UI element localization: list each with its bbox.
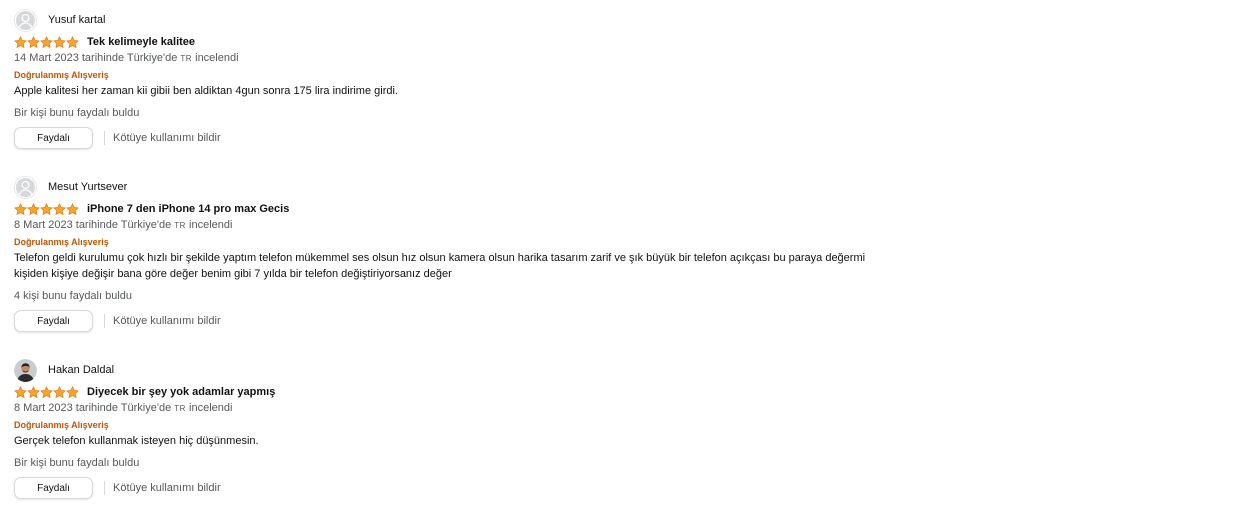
reviews-list: Yusuf kartal Tek kelimeyle kalitee 14 Ma… (0, 0, 1246, 514)
star-icon (14, 203, 27, 215)
review-actions: Faydalı Kötüye kullanımı bildir (14, 476, 1214, 500)
helpful-count: Bir kişi bunu faydalı buldu (14, 457, 140, 469)
star-rating[interactable] (14, 386, 79, 399)
review-date-suffix: incelendi (189, 219, 233, 231)
star-icon (27, 203, 40, 215)
review-date-suffix: incelendi (195, 52, 239, 64)
star-icon (53, 386, 66, 398)
reviewer-name[interactable]: Mesut Yurtsever (48, 180, 127, 194)
star-icon (40, 203, 53, 215)
action-separator (104, 314, 105, 328)
reviewer-name[interactable]: Yusuf kartal (48, 13, 105, 27)
review-body: Gerçek telefon kullanmak isteyen hiç düş… (14, 433, 1214, 449)
star-icon (66, 36, 79, 48)
review-title[interactable]: Tek kelimeyle kalitee (87, 36, 195, 49)
star-icon (53, 203, 66, 215)
star-icon (66, 203, 79, 215)
verified-purchase-badge: Doğrulanmış Alışveriş (14, 237, 109, 247)
star-icon (14, 386, 27, 398)
helpful-count: Bir kişi bunu faydalı buldu (14, 107, 140, 119)
review-profile[interactable]: Yusuf kartal (14, 8, 1214, 32)
review-body-line: Apple kalitesi her zaman kii gibii ben a… (14, 85, 398, 97)
star-icon (27, 386, 40, 398)
review-date: 8 Mart 2023 tarihinde Türkiye'de TR ince… (14, 400, 1214, 417)
rating-row: Diyecek bir şey yok adamlar yapmış (14, 385, 1214, 400)
report-abuse-link[interactable]: Kötüye kullanımı bildir (113, 132, 221, 144)
verified-purchase-badge: Doğrulanmış Alışveriş (14, 70, 109, 80)
rating-row: Tek kelimeyle kalitee (14, 35, 1214, 50)
action-separator (104, 131, 105, 145)
review-date-suffix: incelendi (189, 402, 233, 414)
star-icon (14, 36, 27, 48)
review-date-text: 8 Mart 2023 tarihinde Türkiye'de (14, 219, 172, 231)
star-icon (66, 386, 79, 398)
helpful-count: 4 kişi bunu faydalı buldu (14, 290, 133, 302)
review-actions: Faydalı Kötüye kullanımı bildir (14, 126, 1214, 150)
star-rating[interactable] (14, 36, 79, 49)
user-photo-avatar (14, 358, 37, 382)
action-separator (104, 481, 105, 495)
review-body-line: Telefon geldi kurulumu çok hızlı bir şek… (14, 252, 866, 264)
language-tag: TR (174, 221, 186, 230)
review-date: 8 Mart 2023 tarihinde Türkiye'de TR ince… (14, 217, 1214, 234)
review-actions: Faydalı Kötüye kullanımı bildir (14, 309, 1214, 333)
helpful-button[interactable]: Faydalı (14, 127, 93, 149)
review-card: Yusuf kartal Tek kelimeyle kalitee 14 Ma… (14, 8, 1214, 150)
language-tag: TR (174, 404, 186, 413)
review-date-text: 8 Mart 2023 tarihinde Türkiye'de (14, 402, 172, 414)
review-title[interactable]: Diyecek bir şey yok adamlar yapmış (87, 386, 275, 399)
reviewer-name[interactable]: Hakan Daldal (48, 363, 114, 377)
helpful-button[interactable]: Faydalı (14, 477, 93, 499)
review-profile[interactable]: Mesut Yurtsever (14, 175, 1214, 199)
review-profile[interactable]: Hakan Daldal (14, 358, 1214, 382)
review-body-line: Gerçek telefon kullanmak isteyen hiç düş… (14, 435, 259, 447)
verified-purchase-badge: Doğrulanmış Alışveriş (14, 420, 109, 430)
star-icon (27, 36, 40, 48)
review-date: 14 Mart 2023 tarihinde Türkiye'de TR inc… (14, 50, 1214, 67)
star-icon (53, 36, 66, 48)
review-body: Apple kalitesi her zaman kii gibii ben a… (14, 83, 1214, 99)
rating-row: iPhone 7 den iPhone 14 pro max Gecis (14, 202, 1214, 217)
review-title[interactable]: iPhone 7 den iPhone 14 pro max Gecis (87, 203, 289, 216)
language-tag: TR (180, 54, 193, 63)
review-body: Telefon geldi kurulumu çok hızlı bir şek… (14, 250, 1214, 282)
review-body-line: kişiden kişiye değişir bana göre değer b… (14, 268, 452, 280)
report-abuse-link[interactable]: Kötüye kullanımı bildir (113, 315, 221, 327)
star-icon (40, 386, 53, 398)
review-card: Mesut Yurtsever iPhone 7 den iPhone 14 p… (14, 175, 1214, 333)
default-avatar-icon (14, 8, 37, 32)
report-abuse-link[interactable]: Kötüye kullanımı bildir (113, 482, 221, 494)
review-card: Hakan Daldal Diyecek bir şey yok adamlar… (14, 358, 1214, 500)
review-date-text: 14 Mart 2023 tarihinde Türkiye'de (14, 52, 178, 64)
default-avatar-icon (14, 175, 37, 199)
star-rating[interactable] (14, 203, 79, 216)
helpful-button[interactable]: Faydalı (14, 310, 93, 332)
star-icon (40, 36, 53, 48)
